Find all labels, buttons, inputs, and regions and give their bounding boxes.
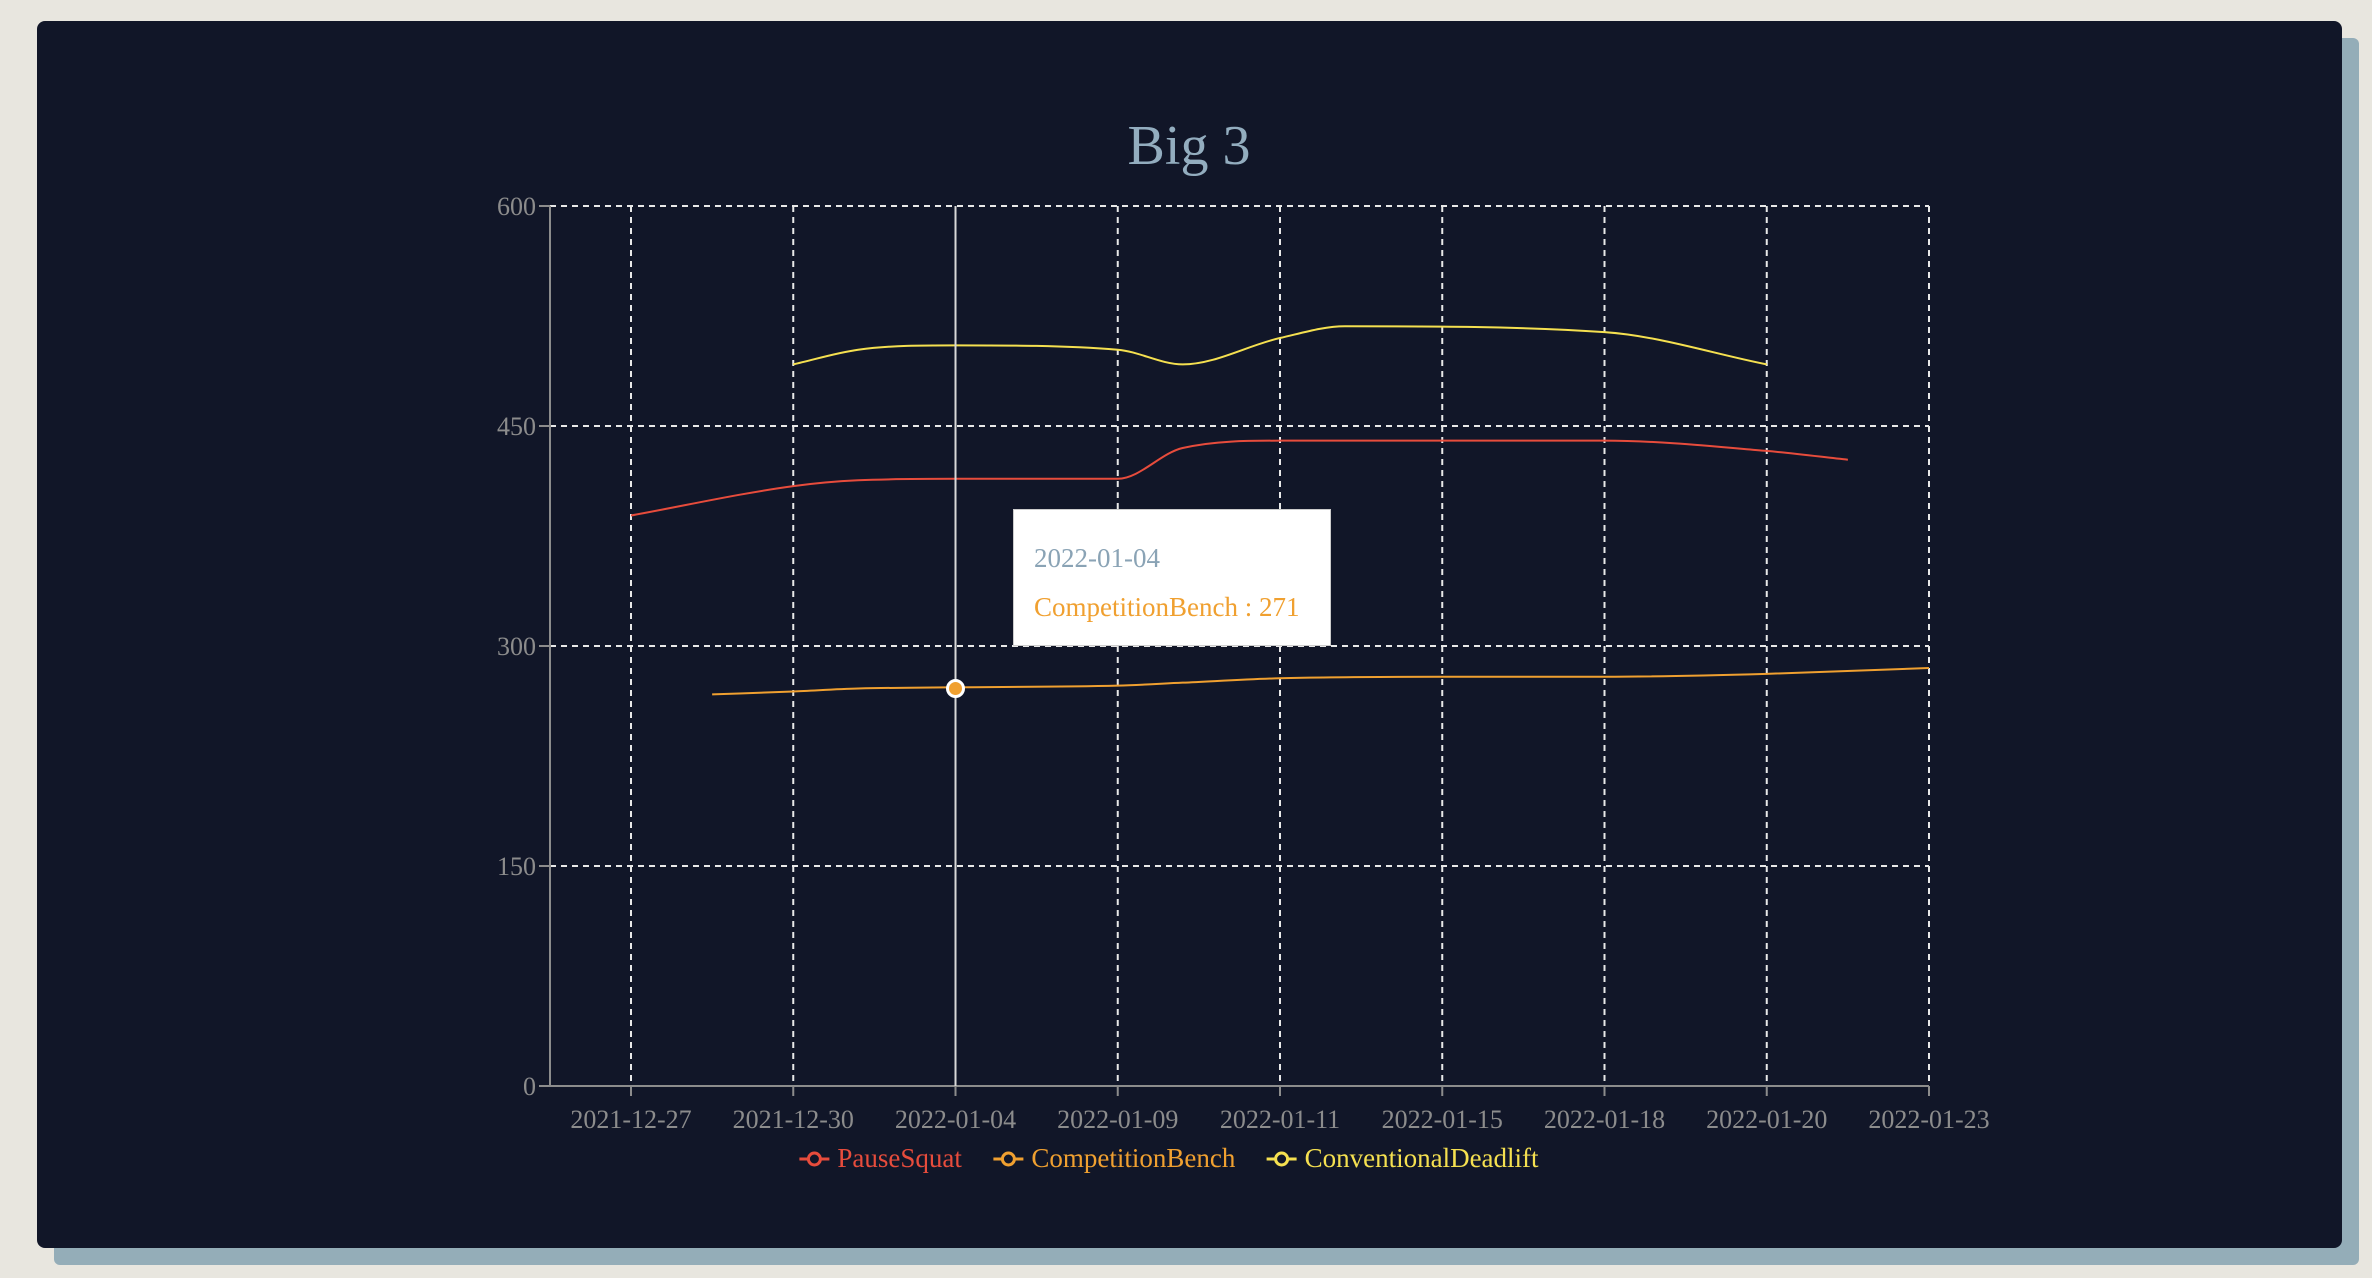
y-tick-label: 300 [497, 632, 536, 661]
legend-label: PauseSquat [837, 1143, 962, 1173]
x-tick-label: 2022-01-15 [1382, 1105, 1503, 1134]
tooltip-date: 2022-01-04 [1034, 543, 1160, 573]
tooltip-series-name: CompetitionBench [1034, 592, 1238, 622]
x-tick-label: 2022-01-04 [895, 1105, 1016, 1134]
legend-label: ConventionalDeadlift [1305, 1143, 1539, 1173]
x-tick-label: 2021-12-30 [733, 1105, 854, 1134]
y-tick-label: 150 [497, 852, 536, 881]
x-tick-label: 2022-01-09 [1057, 1105, 1178, 1134]
legend-circle-icon [1274, 1151, 1290, 1167]
x-tick-label: 2022-01-20 [1706, 1105, 1827, 1134]
y-tick-label: 450 [497, 412, 536, 441]
legend-item-PauseSquat[interactable]: PauseSquat [799, 1143, 962, 1173]
x-tick-label: 2021-12-27 [570, 1105, 691, 1134]
y-tick-label: 0 [523, 1072, 536, 1101]
x-tick-label: 2022-01-11 [1220, 1105, 1340, 1134]
active-data-point [946, 679, 965, 699]
chart-card: Big 3 0 150 300 450 600 2021-12-27 2021-12-30 2… [37, 21, 2342, 1248]
x-tick-label: 2022-01-23 [1868, 1105, 1989, 1134]
tooltip-separator: : [1237, 592, 1259, 622]
legend-circle-icon [806, 1151, 822, 1167]
grid [550, 205, 1930, 1086]
tooltip-value: 271 [1259, 592, 1300, 622]
chart-title: Big 3 [1128, 115, 1251, 177]
series-line-CompetitionBench [712, 667, 1930, 696]
y-tick-label: 600 [497, 192, 536, 221]
legend-item-CompetitionBench[interactable]: CompetitionBench [993, 1143, 1236, 1173]
legend-label: CompetitionBench [1031, 1143, 1235, 1173]
legend-item-ConventionalDeadlift[interactable]: ConventionalDeadlift [1266, 1143, 1539, 1173]
legend[interactable]: PauseSquat CompetitionBench ConventionalDe… [799, 1143, 1539, 1173]
series-line-PauseSquat [630, 439, 1848, 517]
chart-tooltip: 2022-01-04 CompetitionBench : 271 [1013, 509, 1331, 646]
legend-circle-icon [1000, 1151, 1016, 1167]
x-tick-label: 2022-01-18 [1544, 1105, 1665, 1134]
tooltip-value-line: CompetitionBench : 271 [1034, 583, 1310, 632]
